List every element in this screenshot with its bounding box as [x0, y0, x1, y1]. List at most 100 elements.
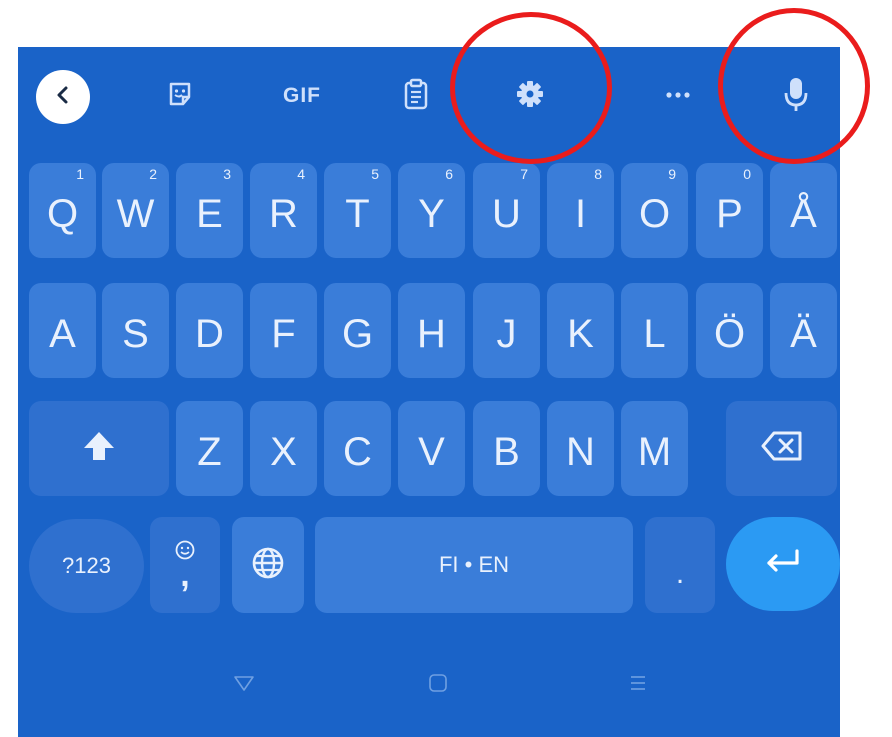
space-key[interactable]: FI • EN	[315, 517, 633, 613]
key-label: M	[637, 429, 672, 474]
key-t[interactable]: 5 T	[324, 163, 391, 258]
toolbar-back-button[interactable]	[36, 70, 90, 124]
clipboard-icon	[401, 77, 431, 116]
key-v[interactable]: V	[398, 401, 465, 496]
gif-button[interactable]: GIF	[266, 64, 338, 128]
key-z[interactable]: Z	[176, 401, 243, 496]
key-b[interactable]: B	[473, 401, 540, 496]
key-label: T	[345, 191, 370, 236]
comma-emoji-key[interactable]: ,	[150, 517, 220, 613]
nav-back-icon	[232, 673, 256, 698]
symbols-label: ?123	[62, 553, 111, 578]
enter-icon	[763, 548, 803, 580]
nav-home-icon	[427, 672, 449, 699]
key-label: A	[49, 311, 76, 356]
settings-highlight-circle	[450, 12, 612, 164]
key-s[interactable]: S	[102, 283, 169, 378]
key-label: K	[567, 311, 594, 356]
shift-icon	[81, 429, 117, 468]
nav-recents-icon	[627, 672, 649, 699]
key-o[interactable]: 9 O	[621, 163, 688, 258]
key-i[interactable]: 8 I	[547, 163, 614, 258]
clipboard-button[interactable]	[394, 64, 438, 128]
key-label: Ä	[790, 311, 817, 356]
key-label: V	[418, 429, 445, 474]
key-label: E	[196, 191, 223, 236]
key-label: N	[566, 429, 595, 474]
key-label: F	[271, 311, 296, 356]
key-hint: 2	[149, 166, 157, 182]
key-n[interactable]: N	[547, 401, 614, 496]
nav-back-button[interactable]	[228, 665, 260, 705]
key-a-umlaut[interactable]: Ä	[770, 283, 837, 378]
key-j[interactable]: J	[473, 283, 540, 378]
key-label: X	[270, 429, 297, 474]
key-f[interactable]: F	[250, 283, 317, 378]
key-w[interactable]: 2 W	[102, 163, 169, 258]
key-hint: 7	[520, 166, 528, 182]
key-label: Y	[418, 191, 445, 236]
sticker-button[interactable]	[158, 64, 202, 128]
key-p[interactable]: 0 P	[696, 163, 763, 258]
key-label: B	[493, 429, 520, 474]
key-a-ring[interactable]: Å	[770, 163, 837, 258]
period-key[interactable]: .	[645, 517, 715, 613]
space-label: FI • EN	[438, 552, 510, 577]
key-k[interactable]: K	[547, 283, 614, 378]
enter-key[interactable]	[726, 517, 840, 611]
key-label: L	[643, 311, 666, 356]
key-e[interactable]: 3 E	[176, 163, 243, 258]
key-hint: 4	[297, 166, 305, 182]
key-x[interactable]: X	[250, 401, 317, 496]
key-label: H	[417, 311, 446, 356]
key-hint: 3	[223, 166, 231, 182]
more-button[interactable]	[656, 64, 700, 128]
key-label: R	[269, 191, 298, 236]
key-c[interactable]: C	[324, 401, 391, 496]
period-label: .	[675, 557, 685, 590]
key-q[interactable]: 1 Q	[29, 163, 96, 258]
chevron-left-icon	[52, 84, 74, 111]
key-h[interactable]: H	[398, 283, 465, 378]
key-r[interactable]: 4 R	[250, 163, 317, 258]
key-a[interactable]: A	[29, 283, 96, 378]
mic-highlight-circle	[718, 8, 870, 164]
more-horizontal-icon	[664, 87, 692, 105]
sticker-icon	[165, 79, 195, 114]
key-label: G	[341, 311, 374, 356]
key-y[interactable]: 6 Y	[398, 163, 465, 258]
key-m[interactable]: M	[621, 401, 688, 496]
key-label: D	[195, 311, 224, 356]
key-label: Å	[790, 191, 817, 236]
backspace-key[interactable]	[726, 401, 837, 496]
key-label: O	[638, 191, 671, 236]
comma-label: ,	[180, 555, 190, 594]
key-label: Z	[197, 429, 222, 474]
key-g[interactable]: G	[324, 283, 391, 378]
key-hint: 1	[76, 166, 84, 182]
key-hint: 6	[445, 166, 453, 182]
globe-icon	[251, 546, 285, 585]
key-label: Q	[46, 191, 79, 236]
key-d[interactable]: D	[176, 283, 243, 378]
nav-recents-button[interactable]	[622, 665, 654, 705]
key-label: C	[343, 429, 372, 474]
gif-label: GIF	[283, 84, 321, 107]
shift-key[interactable]	[29, 401, 169, 496]
language-key[interactable]	[232, 517, 304, 613]
key-label: J	[496, 311, 517, 356]
symbols-key[interactable]: ?123	[29, 519, 144, 613]
key-label: W	[116, 191, 155, 236]
key-label: S	[122, 311, 149, 356]
key-hint: 5	[371, 166, 379, 182]
key-hint: 8	[594, 166, 602, 182]
key-hint: 0	[743, 166, 751, 182]
key-label: U	[492, 191, 521, 236]
key-l[interactable]: L	[621, 283, 688, 378]
backspace-icon	[760, 430, 804, 467]
key-label: P	[716, 191, 743, 236]
nav-home-button[interactable]	[422, 665, 454, 705]
key-label: Ö	[713, 311, 746, 356]
key-o-umlaut[interactable]: Ö	[696, 283, 763, 378]
key-u[interactable]: 7 U	[473, 163, 540, 258]
